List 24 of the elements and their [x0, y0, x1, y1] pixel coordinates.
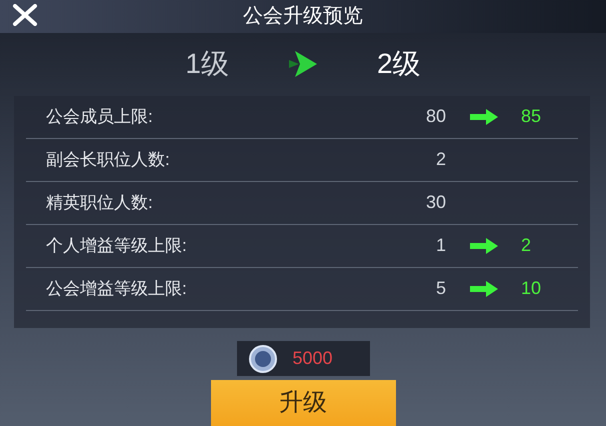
next-level: 2级 [377, 47, 421, 82]
close-icon[interactable] [12, 4, 38, 26]
current-value: 80 [424, 105, 446, 128]
upgrade-button[interactable]: 升级 [210, 380, 396, 426]
coin-icon [248, 344, 276, 373]
stat-label: 精英职位人数: [46, 192, 154, 214]
arrow-icon [470, 280, 498, 297]
stat-label: 公会成员上限: [46, 106, 154, 128]
next-value: 2 [521, 234, 532, 258]
current-level: 1级 [185, 47, 229, 82]
arrow-icon [470, 238, 498, 254]
arrow-icon [470, 108, 498, 125]
window-title: 公会升级预览 [243, 4, 363, 30]
current-value: 5 [434, 277, 446, 300]
current-value: 2 [434, 148, 446, 172]
cost-amount: 5000 [292, 347, 333, 370]
current-value: 30 [424, 191, 446, 214]
stat-label: 副会长职位人数: [46, 149, 171, 172]
chevron-icon [289, 51, 317, 78]
stat-label: 个人增益等级上限: [46, 235, 188, 258]
stat-label: 公会增益等级上限: [46, 278, 188, 300]
next-value: 10 [521, 277, 542, 300]
current-value: 1 [434, 234, 446, 258]
next-value: 85 [521, 105, 542, 128]
